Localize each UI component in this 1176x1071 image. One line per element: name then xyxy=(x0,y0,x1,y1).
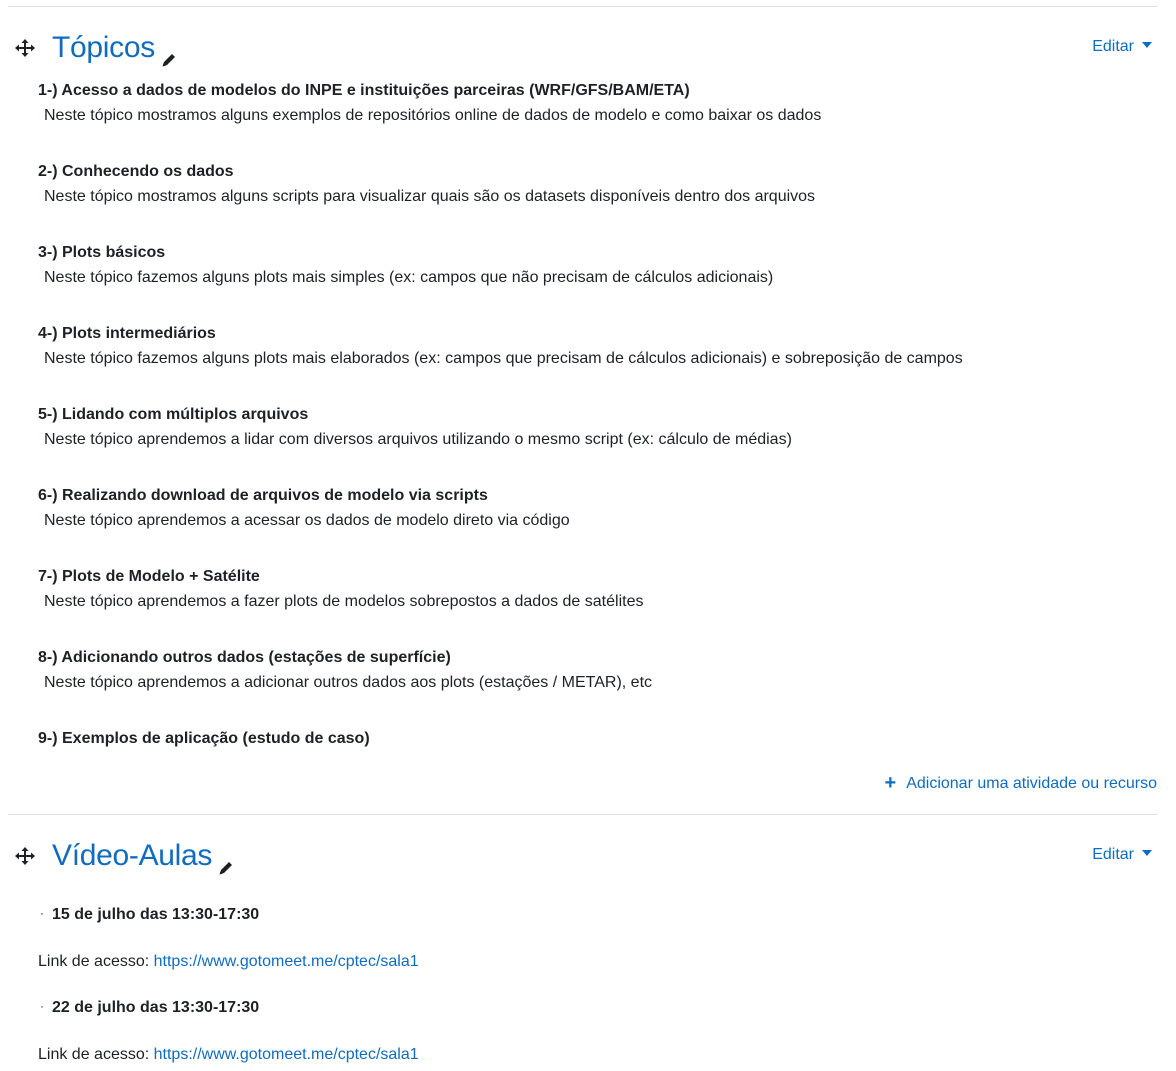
topic-description: Neste tópico fazemos alguns plots mais s… xyxy=(44,269,774,286)
topic-title: 6-) Realizando download de arquivos de m… xyxy=(38,487,488,504)
section-title-text[interactable]: Vídeo-Aulas xyxy=(52,839,212,872)
edit-menu-label: Editar xyxy=(1092,38,1134,55)
topic-description: Neste tópico aprendemos a fazer plots de… xyxy=(44,593,644,610)
section-title-text[interactable]: Tópicos xyxy=(52,31,155,64)
session-link-line: Link de acesso: https://www.gotomeet.me/… xyxy=(38,953,419,971)
topic-description: Neste tópico fazemos alguns plots mais e… xyxy=(44,350,963,367)
topic-title: 9-) Exemplos de aplicação (estudo de cas… xyxy=(38,730,370,747)
add-activity-link[interactable]: + Adicionar uma atividade ou recurso xyxy=(885,771,1158,794)
session-date-text: 15 de julho das 13:30-17:30 xyxy=(52,906,260,923)
topic-description: Neste tópico aprendemos a lidar com dive… xyxy=(44,431,792,448)
topic-description: Neste tópico mostramos alguns exemplos d… xyxy=(44,107,822,124)
topic-item: 8-) Adicionando outros dados (estações d… xyxy=(38,648,1160,693)
section-title[interactable]: Tópicos xyxy=(52,28,177,68)
topic-item: 2-) Conhecendo os dados Neste tópico mos… xyxy=(38,162,1160,207)
topic-title: 2-) Conhecendo os dados xyxy=(38,163,234,180)
topic-title: 8-) Adicionando outros dados (estações d… xyxy=(38,649,451,666)
link-prefix: Link de acesso: xyxy=(38,1046,154,1063)
edit-menu-button[interactable]: Editar xyxy=(1092,38,1152,56)
section-title[interactable]: Vídeo-Aulas xyxy=(52,836,234,876)
section-divider xyxy=(8,814,1158,815)
topic-item: 3-) Plots básicos Neste tópico fazemos a… xyxy=(38,243,1160,288)
edit-menu-button[interactable]: Editar xyxy=(1092,846,1152,864)
topic-item: 7-) Plots de Modelo + Satélite Neste tóp… xyxy=(38,567,1160,612)
topic-item: 1-) Acesso a dados de modelos do INPE e … xyxy=(38,81,1160,126)
caret-down-icon xyxy=(1142,41,1152,48)
pencil-icon[interactable] xyxy=(161,39,177,67)
section-divider xyxy=(8,6,1158,7)
link-prefix: Link de acesso: xyxy=(38,953,154,970)
topic-title: 5-) Lidando com múltiplos arquivos xyxy=(38,406,309,423)
session-link[interactable]: https://www.gotomeet.me/cptec/sala1 xyxy=(154,953,419,970)
session-link[interactable]: https://www.gotomeet.me/cptec/sala1 xyxy=(154,1046,419,1063)
edit-menu-label: Editar xyxy=(1092,846,1134,863)
session-date: · 22 de julho das 13:30-17:30 xyxy=(40,999,259,1017)
add-activity-label: Adicionar uma atividade ou recurso xyxy=(906,775,1157,792)
topic-item: 6-) Realizando download de arquivos de m… xyxy=(38,486,1160,531)
topic-title: 1-) Acesso a dados de modelos do INPE e … xyxy=(38,82,690,99)
bullet: · xyxy=(40,906,44,920)
topic-description: Neste tópico aprendemos a adicionar outr… xyxy=(44,674,653,691)
topic-item: 5-) Lidando com múltiplos arquivos Neste… xyxy=(38,405,1160,450)
section-header-video-aulas: Vídeo-Aulas Editar xyxy=(14,836,1152,880)
pencil-icon[interactable] xyxy=(218,847,234,875)
topic-item: 4-) Plots intermediários Neste tópico fa… xyxy=(38,324,1160,369)
topic-title: 4-) Plots intermediários xyxy=(38,325,216,342)
bullet: · xyxy=(40,999,44,1013)
topic-title: 3-) Plots básicos xyxy=(38,244,166,261)
section-header-topicos: Tópicos Editar xyxy=(14,28,1152,72)
move-arrows-icon[interactable] xyxy=(14,37,36,59)
topic-title: 7-) Plots de Modelo + Satélite xyxy=(38,568,260,585)
topic-item: 9-) Exemplos de aplicação (estudo de cas… xyxy=(38,729,1160,749)
session-date-text: 22 de julho das 13:30-17:30 xyxy=(52,999,260,1016)
caret-down-icon xyxy=(1142,849,1152,856)
topic-description: Neste tópico mostramos alguns scripts pa… xyxy=(44,188,816,205)
move-arrows-icon[interactable] xyxy=(14,845,36,867)
session-link-line: Link de acesso: https://www.gotomeet.me/… xyxy=(38,1046,419,1064)
plus-icon: + xyxy=(884,772,897,794)
session-date: · 15 de julho das 13:30-17:30 xyxy=(40,906,259,924)
topic-description: Neste tópico aprendemos a acessar os dad… xyxy=(44,512,570,529)
